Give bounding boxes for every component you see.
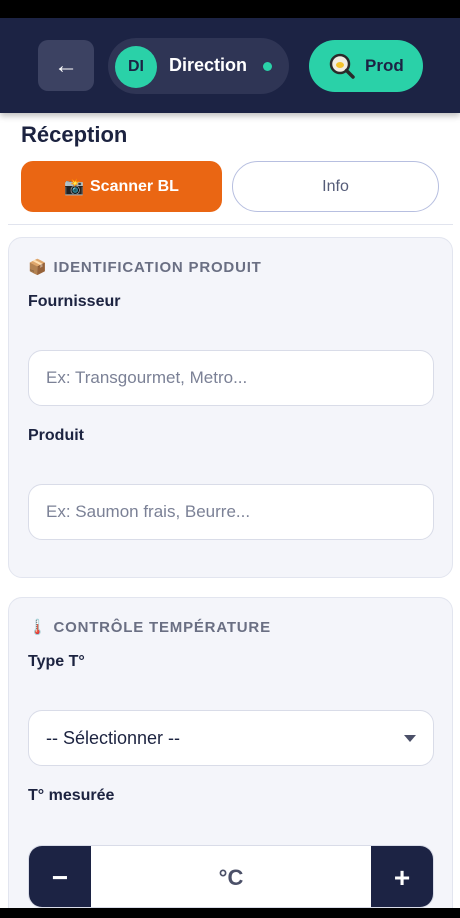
temperature-type-label: Type T° [28, 653, 85, 670]
supplier-label: Fournisseur [28, 293, 121, 310]
temperature-type-select[interactable]: -- Sélectionner -- [28, 710, 434, 766]
tab-info[interactable]: Info [232, 161, 439, 212]
increment-button[interactable]: + [371, 846, 433, 907]
prod-label: Prod [365, 56, 404, 75]
temperature-heading: 🌡️ CONTRÔLE TEMPÉRATURE [28, 618, 271, 637]
magnifier-pan-icon [329, 53, 355, 79]
tab-info-label: Info [322, 177, 349, 195]
product-input[interactable]: Ex: Saumon frais, Beurre... [28, 484, 434, 540]
temperature-stepper: − °C + [28, 845, 434, 908]
online-status-dot [263, 62, 272, 71]
supplier-input[interactable]: Ex: Transgourmet, Metro... [28, 350, 434, 406]
temperature-title: CONTRÔLE TEMPÉRATURE [53, 618, 271, 636]
temperature-type-value: -- Sélectionner -- [46, 727, 181, 748]
app-header: ← DI Direction Prod [0, 18, 460, 113]
product-placeholder: Ex: Saumon frais, Beurre... [46, 502, 251, 521]
identification-heading: 📦 IDENTIFICATION PRODUIT [28, 258, 262, 277]
decrement-button[interactable]: − [29, 846, 91, 907]
package-icon: 📦 [28, 259, 48, 276]
avatar: DI [115, 46, 157, 88]
camera-flash-icon: 📸 [64, 178, 84, 196]
user-pill[interactable]: DI Direction [108, 38, 289, 94]
identification-title: IDENTIFICATION PRODUIT [53, 258, 262, 276]
identification-card: 📦 IDENTIFICATION PRODUIT Fournisseur Ex:… [8, 237, 453, 578]
status-bar [0, 0, 460, 18]
measured-temperature-label: T° mesurée [28, 787, 115, 804]
arrow-left-icon: ← [54, 51, 78, 79]
product-label: Produit [28, 427, 84, 444]
chevron-down-icon [404, 734, 416, 742]
tab-scanner-label: Scanner BL [90, 177, 179, 195]
page-title: Réception [21, 122, 128, 147]
bottom-bar [0, 908, 460, 918]
thermometer-icon: 🌡️ [28, 619, 48, 636]
tab-scanner-bl[interactable]: 📸 Scanner BL [21, 161, 222, 212]
back-button[interactable]: ← [38, 40, 94, 91]
temperature-card: 🌡️ CONTRÔLE TEMPÉRATURE Type T° -- Sélec… [8, 597, 453, 918]
temperature-value-field[interactable]: °C [91, 846, 371, 907]
prod-button[interactable]: Prod [309, 40, 423, 92]
supplier-placeholder: Ex: Transgourmet, Metro... [46, 368, 248, 387]
user-name: Direction [169, 55, 248, 75]
divider [8, 224, 453, 225]
